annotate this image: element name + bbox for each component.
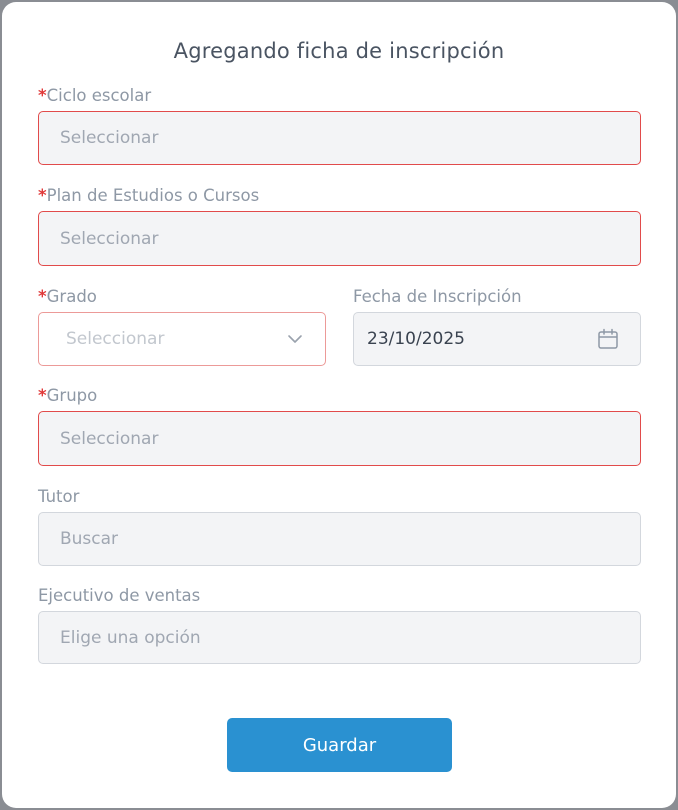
grupo-select[interactable]: Seleccionar [38,411,641,466]
modal-title: Agregando ficha de inscripción [173,39,505,63]
ejecutivo-ventas-placeholder: Elige una opción [60,627,201,648]
plan-estudios-select[interactable]: Seleccionar [38,211,641,266]
plan-estudios-placeholder: Seleccionar [60,228,159,249]
ciclo-escolar-label: *Ciclo escolar [38,86,152,105]
fecha-inscripcion-value: 23/10/2025 [367,329,465,349]
save-button[interactable]: Guardar [227,718,452,772]
tutor-search-input[interactable]: Buscar [38,512,641,566]
tutor-label: Tutor [38,487,80,506]
chevron-down-icon [288,335,302,343]
required-mark: * [38,186,47,205]
required-mark: * [38,287,47,306]
grupo-label: *Grupo [38,386,98,405]
required-mark: * [38,86,47,105]
ciclo-escolar-select[interactable]: Seleccionar [38,111,641,165]
fecha-inscripcion-label: Fecha de Inscripción [353,287,522,306]
plan-estudios-label: *Plan de Estudios o Cursos [38,186,260,205]
enrollment-modal: Agregando ficha de inscripción *Ciclo es… [2,2,676,808]
ciclo-escolar-placeholder: Seleccionar [60,128,159,148]
fecha-inscripcion-input[interactable]: 23/10/2025 [353,312,641,366]
grado-label: *Grado [38,287,97,306]
ejecutivo-ventas-select[interactable]: Elige una opción [38,611,641,664]
calendar-icon[interactable] [597,328,619,350]
ejecutivo-ventas-label: Ejecutivo de ventas [38,586,201,605]
grado-placeholder: Seleccionar [66,329,165,349]
grupo-placeholder: Seleccionar [60,428,159,449]
tutor-placeholder: Buscar [60,529,119,549]
required-mark: * [38,386,47,405]
grado-select[interactable]: Seleccionar [38,312,326,366]
